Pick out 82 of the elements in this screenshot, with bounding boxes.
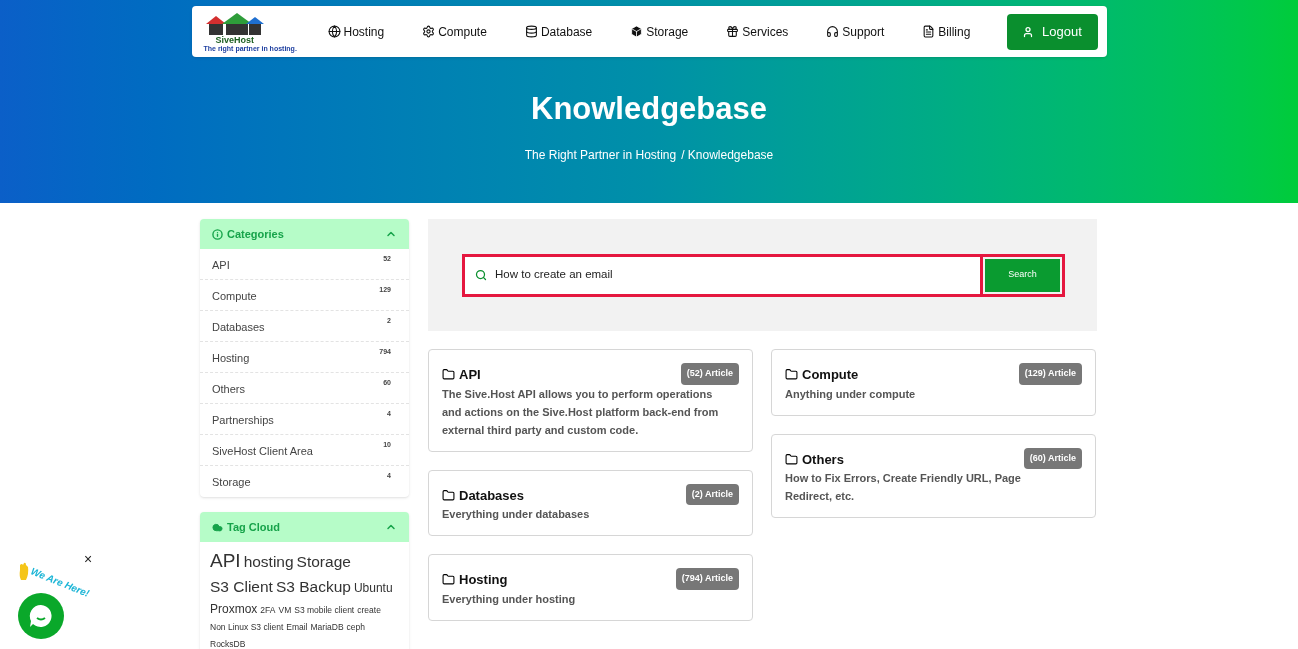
page-title: Knowledgebase	[531, 93, 767, 124]
nav-link[interactable]: Compute	[422, 22, 487, 41]
tag-link[interactable]: Proxmox	[210, 599, 258, 619]
box-icon	[630, 25, 644, 38]
folder-icon	[442, 368, 455, 382]
close-button[interactable]: ×	[84, 552, 93, 566]
card-description: Everything under databases	[442, 507, 591, 522]
category-card[interactable]: Hosting (794) Article Everything under hosting	[428, 554, 753, 621]
breadcrumb-item[interactable]: The Right Partner in Hosting	[524, 146, 677, 164]
tag-link[interactable]: Non Linux S3 client	[210, 619, 284, 636]
folder-icon	[442, 573, 455, 587]
nav-link[interactable]: Services	[726, 22, 789, 41]
logo-name: SiveHost	[215, 35, 254, 45]
category-card[interactable]: Compute (129) Article Anything under compute	[771, 349, 1096, 416]
category-name: Databases	[212, 320, 265, 335]
tag-link[interactable]: Storage	[296, 549, 351, 574]
card-title: Hosting	[459, 571, 508, 589]
card-description: Anything under compute	[785, 386, 917, 402]
folder-icon	[442, 488, 455, 502]
tag-link[interactable]: S3 mobile client	[294, 602, 355, 619]
category-card[interactable]: API (52) Article The Sive.Host API allows you to perform operations and actions on the Sive.Host platform back-end from external third party and custom code.	[428, 349, 753, 452]
logout-button[interactable]: Logout	[1006, 13, 1098, 50]
card-description: Everything under hosting	[442, 591, 577, 607]
document-icon	[922, 25, 936, 38]
article-count-badge: (60) Article	[1023, 447, 1082, 469]
search-button[interactable]: Search	[985, 258, 1060, 292]
cloud-icon	[212, 521, 223, 533]
card-description: The Sive.Host API allows you to perform operations and actions on the Sive.Host platform back-end from external third party and custom code.	[442, 386, 720, 438]
panel-title: Tag Cloud	[227, 519, 280, 535]
tag-link[interactable]: Email	[286, 619, 308, 636]
search-icon	[475, 269, 487, 281]
headset-icon	[826, 25, 840, 38]
user-icon	[1022, 25, 1035, 38]
tag-link[interactable]: RocksDB	[210, 636, 246, 649]
category-card[interactable]: Others (60) Article How to Fix Errors, Create Friendly URL, Page Redirect, etc.	[771, 433, 1096, 518]
tag-link[interactable]: ceph	[346, 619, 365, 636]
nav-link[interactable]: Storage	[630, 22, 689, 41]
card-title: Compute	[802, 366, 859, 384]
nav-link[interactable]: Support	[826, 22, 885, 41]
panel-title: Categories	[227, 226, 284, 242]
tag-link[interactable]: hosting	[243, 549, 294, 574]
nav-link[interactable]: Billing	[922, 22, 971, 41]
category-name: Partnerships	[212, 413, 274, 428]
breadcrumb-item: / Knowledgebase	[681, 147, 774, 164]
info-icon	[212, 228, 223, 240]
folder-icon	[785, 452, 798, 466]
article-count-badge: (794) Article	[675, 568, 739, 590]
tag-link[interactable]: MariaDB	[310, 619, 344, 636]
tag-link[interactable]: create	[357, 602, 381, 619]
search-input[interactable]: How to create an email	[495, 266, 980, 284]
card-title: API	[459, 366, 481, 384]
we-are-here-label: We Are Here!	[29, 566, 91, 599]
card-title: Others	[802, 450, 844, 469]
tag-link[interactable]: Ubuntu	[353, 578, 393, 598]
category-name: SiveHost Client Area	[212, 444, 313, 459]
nav-link[interactable]: Database	[524, 22, 593, 41]
article-count-badge: (52) Article	[680, 363, 739, 385]
category-name: Storage	[212, 475, 251, 490]
tag-link[interactable]: 2FA	[260, 602, 276, 619]
category-name: Others	[212, 382, 245, 397]
search-field[interactable]: How to create an email	[465, 256, 983, 294]
folder-icon	[785, 368, 798, 382]
card-description: How to Fix Errors, Create Friendly URL, Page Redirect, etc.	[785, 471, 1022, 504]
gift-icon	[726, 25, 740, 38]
waving-hand-icon	[18, 562, 30, 582]
article-count-badge: (2) Article	[685, 483, 739, 505]
tag-link[interactable]: VM	[278, 602, 292, 619]
database-icon	[524, 25, 538, 38]
globe-icon	[327, 25, 341, 38]
category-name: API	[212, 258, 230, 273]
nav-link[interactable]: Hosting	[327, 22, 385, 41]
category-name: Hosting	[212, 351, 250, 366]
card-title: Databases	[459, 486, 525, 505]
tag-link[interactable]: S3 Backup	[275, 574, 351, 599]
chat-button[interactable]	[18, 593, 64, 639]
chat-bubble-icon	[28, 603, 54, 629]
settings-icon	[422, 25, 436, 38]
article-count-badge: (129) Article	[1018, 363, 1082, 385]
tag-link[interactable]: S3 Client	[210, 574, 273, 599]
tag-link[interactable]: API	[210, 548, 241, 573]
category-card[interactable]: Databases (2) Article Everything under databases	[428, 469, 753, 536]
category-name: Compute	[212, 289, 257, 304]
